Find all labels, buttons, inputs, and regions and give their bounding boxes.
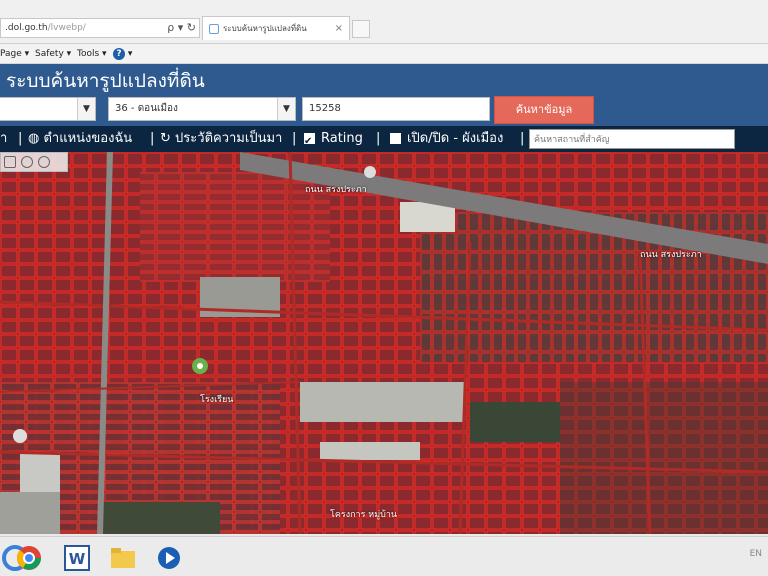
svg-text:W: W bbox=[69, 550, 86, 568]
map-tools bbox=[0, 152, 68, 172]
media-player-icon[interactable] bbox=[156, 545, 182, 571]
address-path: /lvwebp/ bbox=[47, 23, 86, 33]
help-icon: ? bbox=[113, 47, 125, 60]
tray-language[interactable]: EN bbox=[750, 549, 762, 559]
page-menu[interactable]: Page ▾ bbox=[0, 44, 29, 64]
search-form: ▼ 36 - ดอนเมือง ▼ 15258 ค้นหาข้อมูล bbox=[0, 94, 768, 126]
road-label-top: ถนน สรงประภา bbox=[305, 185, 367, 195]
word-icon[interactable]: W bbox=[64, 545, 90, 571]
toolbar-separator: | bbox=[376, 131, 381, 146]
tab-close-icon[interactable]: × bbox=[335, 17, 343, 41]
tab-title: ระบบค้นหารูปแปลงที่ดิน bbox=[223, 24, 307, 33]
tools-menu[interactable]: Tools ▾ bbox=[77, 44, 107, 64]
new-tab-button[interactable] bbox=[352, 20, 370, 38]
chevron-down-icon: ▼ bbox=[77, 98, 95, 120]
my-location-button[interactable]: ◍ ตำแหน่งของฉัน bbox=[28, 126, 132, 152]
search-button[interactable]: ค้นหาข้อมูล bbox=[494, 96, 594, 124]
toolbar-separator: | bbox=[150, 131, 155, 146]
map-layer-icon[interactable] bbox=[4, 156, 16, 168]
home-button[interactable]: ำ bbox=[0, 126, 7, 152]
parcel-overlay bbox=[0, 152, 768, 534]
gear-icon[interactable] bbox=[21, 156, 33, 168]
road-label-right: ถนน สรงประภา bbox=[640, 250, 702, 260]
tab-favicon-icon bbox=[209, 23, 219, 34]
map-place-label: โรงเรียน bbox=[200, 395, 234, 405]
rating-label: Rating bbox=[321, 131, 363, 146]
toolbar-separator: | bbox=[292, 131, 297, 146]
history-label: ประวัติความเป็นมา bbox=[175, 131, 283, 146]
map-toolbar: ำ | ◍ ตำแหน่งของฉัน | ↻ ประวัติความเป็นม… bbox=[0, 126, 768, 155]
toolbar-separator: | bbox=[18, 131, 23, 146]
rating-checkbox[interactable] bbox=[304, 129, 315, 155]
cityplan-toggle[interactable]: เปิด/ปิด - ผังเมือง bbox=[390, 126, 503, 152]
command-bar: Page ▾ Safety ▾ Tools ▾ ? ▾ bbox=[0, 44, 768, 64]
parcel-number-input[interactable]: 15258 bbox=[302, 97, 490, 121]
road-label-bottom: โครงการ หมู่บ้าน bbox=[330, 510, 398, 520]
safety-menu[interactable]: Safety ▾ bbox=[35, 44, 71, 64]
chevron-down-icon: ▼ bbox=[277, 98, 295, 120]
help-arrow-icon: ▾ bbox=[127, 49, 133, 59]
district-select-value: 36 - ดอนเมือง bbox=[115, 103, 178, 114]
chrome-icon[interactable] bbox=[16, 545, 42, 571]
district-select[interactable]: 36 - ดอนเมือง ▼ bbox=[108, 97, 296, 121]
rating-toggle[interactable]: Rating bbox=[304, 126, 363, 155]
cityplan-label: เปิด/ปิด - ผังเมือง bbox=[407, 131, 504, 146]
globe-icon: ◍ bbox=[28, 131, 40, 146]
history-icon: ↻ bbox=[160, 131, 171, 146]
toolbar-separator: | bbox=[520, 131, 525, 146]
browser-top-bar: .dol.go.th/lvwebp/ ρ ▾ ↻ ระบบค้นหารูปแปล… bbox=[0, 0, 768, 44]
browser-tab[interactable]: ระบบค้นหารูปแปลงที่ดิน × bbox=[202, 16, 350, 40]
cityplan-checkbox[interactable] bbox=[390, 133, 401, 144]
file-explorer-icon[interactable] bbox=[110, 545, 136, 571]
my-location-label: ตำแหน่งของฉัน bbox=[43, 131, 133, 146]
page-title: ระบบค้นหารูปแปลงที่ดิน bbox=[6, 70, 205, 92]
screen: .dol.go.th/lvwebp/ ρ ▾ ↻ ระบบค้นหารูปแปล… bbox=[0, 0, 768, 576]
place-search-input[interactable] bbox=[529, 129, 735, 149]
location-icon[interactable] bbox=[38, 156, 50, 168]
history-button[interactable]: ↻ ประวัติความเป็นมา bbox=[160, 126, 282, 152]
taskbar: W EN bbox=[0, 536, 768, 576]
app-header: ระบบค้นหารูปแปลงที่ดิน bbox=[0, 64, 768, 94]
address-host: .dol.go.th bbox=[5, 23, 48, 33]
address-bar-icons[interactable]: ρ ▾ ↻ bbox=[158, 18, 200, 38]
satellite-map[interactable]: ถนน สรงประภา ถนน สรงประภา โครงการ หมู่บ้… bbox=[0, 152, 768, 534]
help-menu[interactable]: ? ▾ bbox=[113, 44, 132, 64]
province-select[interactable]: ▼ bbox=[0, 97, 96, 121]
